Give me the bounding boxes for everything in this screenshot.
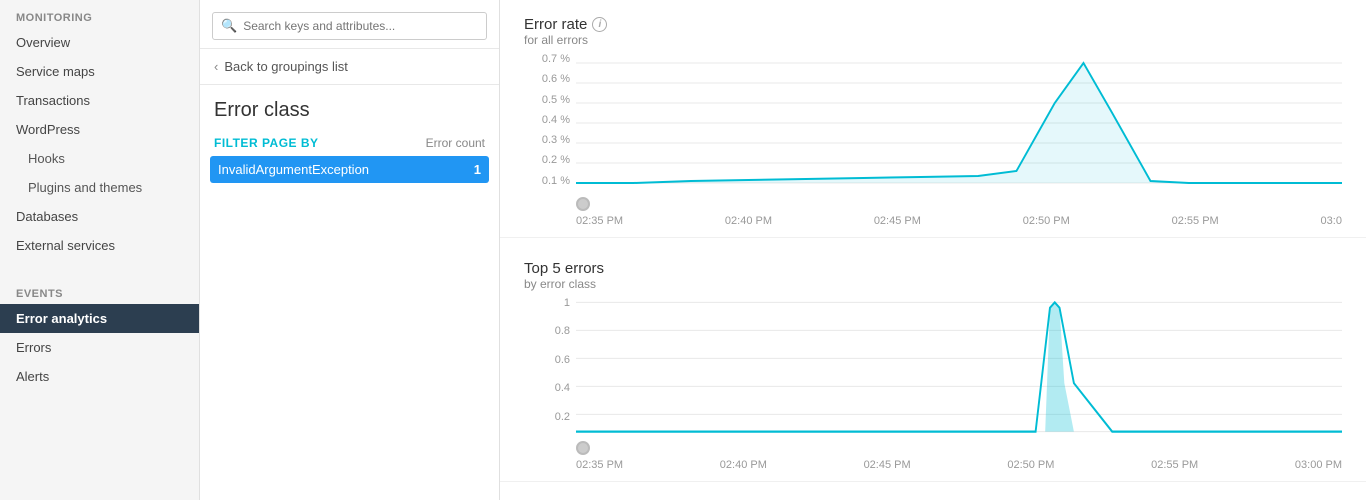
filter-item-invalidargumentexception[interactable]: InvalidArgumentException 1 bbox=[210, 156, 489, 183]
sidebar-item-alerts[interactable]: Alerts bbox=[0, 362, 199, 391]
x-label-03: 03:0 bbox=[1321, 215, 1342, 227]
error-class-title: Error class bbox=[200, 85, 499, 132]
top5-x-0245: 02:45 PM bbox=[864, 459, 911, 471]
error-rate-toggle-row bbox=[576, 195, 1342, 211]
top5-title: Top 5 errors bbox=[524, 260, 1342, 277]
error-rate-svg bbox=[576, 53, 1342, 193]
y-label-0.2: 0.2 bbox=[555, 411, 570, 423]
x-label-0255: 02:55 PM bbox=[1172, 215, 1219, 227]
filter-item-count: 1 bbox=[474, 162, 481, 177]
sidebar-item-external-services[interactable]: External services bbox=[0, 231, 199, 260]
x-label-0235: 02:35 PM bbox=[576, 215, 623, 227]
sidebar-item-wordpress[interactable]: WordPress bbox=[0, 115, 199, 144]
top5-x-03: 03:00 PM bbox=[1295, 459, 1342, 471]
top5-x-0235: 02:35 PM bbox=[576, 459, 623, 471]
x-label-0240: 02:40 PM bbox=[725, 215, 772, 227]
search-bar[interactable]: 🔍 bbox=[212, 12, 487, 40]
y-label-0.5: 0.5 % bbox=[542, 94, 570, 106]
x-label-0250: 02:50 PM bbox=[1023, 215, 1070, 227]
y-label-0.2: 0.2 % bbox=[542, 154, 570, 166]
top5-subtitle: by error class bbox=[524, 277, 1342, 291]
error-rate-section: Error rate i for all errors 0.7 % 0.6 % … bbox=[500, 0, 1366, 238]
top5-x-0255: 02:55 PM bbox=[1151, 459, 1198, 471]
top5-plot bbox=[576, 297, 1342, 457]
y-label-0.6: 0.6 % bbox=[542, 73, 570, 85]
filter-page-by-label: FILTER PAGE BY bbox=[214, 136, 319, 150]
top5-section: Top 5 errors by error class 1 0.8 0.6 0.… bbox=[500, 244, 1366, 482]
y-label-0.6: 0.6 bbox=[555, 354, 570, 366]
error-rate-chart-area: 0.7 % 0.6 % 0.5 % 0.4 % 0.3 % 0.2 % 0.1 … bbox=[524, 53, 1342, 213]
filter-item-name: InvalidArgumentException bbox=[218, 162, 369, 177]
back-link-label: Back to groupings list bbox=[224, 59, 348, 74]
top5-x-axis: 02:35 PM 02:40 PM 02:45 PM 02:50 PM 02:5… bbox=[524, 459, 1342, 471]
error-rate-title-text: Error rate bbox=[524, 16, 587, 33]
back-arrow-icon: ‹ bbox=[214, 59, 218, 74]
sidebar-item-error-analytics[interactable]: Error analytics bbox=[0, 304, 199, 333]
top5-title-text: Top 5 errors bbox=[524, 260, 604, 277]
sidebar: MONITORING Overview Service maps Transac… bbox=[0, 0, 200, 500]
filter-header: FILTER PAGE BY Error count bbox=[200, 132, 499, 154]
error-rate-plot bbox=[576, 53, 1342, 213]
x-label-0245: 02:45 PM bbox=[874, 215, 921, 227]
y-label-0.8: 0.8 bbox=[555, 325, 570, 337]
y-label-0.7: 0.7 % bbox=[542, 53, 570, 65]
main-content: Error rate i for all errors 0.7 % 0.6 % … bbox=[500, 0, 1366, 500]
middle-panel: 🔍 ‹ Back to groupings list Error class F… bbox=[200, 0, 500, 500]
sidebar-item-service-maps[interactable]: Service maps bbox=[0, 57, 199, 86]
info-icon[interactable]: i bbox=[592, 17, 607, 32]
error-rate-title: Error rate i bbox=[524, 16, 1342, 33]
y-label-0.4: 0.4 % bbox=[542, 114, 570, 126]
top5-x-0240: 02:40 PM bbox=[720, 459, 767, 471]
top5-y-axis: 1 0.8 0.6 0.4 0.2 bbox=[524, 297, 576, 457]
y-label-1: 1 bbox=[564, 297, 570, 309]
sidebar-item-hooks[interactable]: Hooks bbox=[0, 144, 199, 173]
sidebar-item-plugins-themes[interactable]: Plugins and themes bbox=[0, 173, 199, 202]
search-icon: 🔍 bbox=[221, 18, 237, 34]
y-label-0.4: 0.4 bbox=[555, 382, 570, 394]
events-section-label: EVENTS bbox=[0, 276, 199, 304]
top5-toggle[interactable] bbox=[576, 441, 590, 455]
monitoring-section-label: MONITORING bbox=[0, 0, 199, 28]
top5-chart-area: 1 0.8 0.6 0.4 0.2 bbox=[524, 297, 1342, 457]
error-rate-y-axis: 0.7 % 0.6 % 0.5 % 0.4 % 0.3 % 0.2 % 0.1 … bbox=[524, 53, 576, 213]
error-count-header-label: Error count bbox=[426, 136, 485, 150]
back-to-groupings-link[interactable]: ‹ Back to groupings list bbox=[200, 49, 499, 85]
error-rate-toggle[interactable] bbox=[576, 197, 590, 211]
y-label-0.3: 0.3 % bbox=[542, 134, 570, 146]
search-input[interactable] bbox=[243, 19, 478, 33]
sidebar-item-errors[interactable]: Errors bbox=[0, 333, 199, 362]
top5-toggle-row bbox=[576, 439, 1342, 455]
top5-x-0250: 02:50 PM bbox=[1007, 459, 1054, 471]
top5-svg bbox=[576, 297, 1342, 437]
sidebar-item-databases[interactable]: Databases bbox=[0, 202, 199, 231]
error-rate-x-axis: 02:35 PM 02:40 PM 02:45 PM 02:50 PM 02:5… bbox=[524, 215, 1342, 227]
sidebar-item-transactions[interactable]: Transactions bbox=[0, 86, 199, 115]
error-rate-subtitle: for all errors bbox=[524, 33, 1342, 47]
sidebar-item-overview[interactable]: Overview bbox=[0, 28, 199, 57]
y-label-0.1: 0.1 % bbox=[542, 175, 570, 187]
search-bar-wrapper: 🔍 bbox=[200, 0, 499, 49]
